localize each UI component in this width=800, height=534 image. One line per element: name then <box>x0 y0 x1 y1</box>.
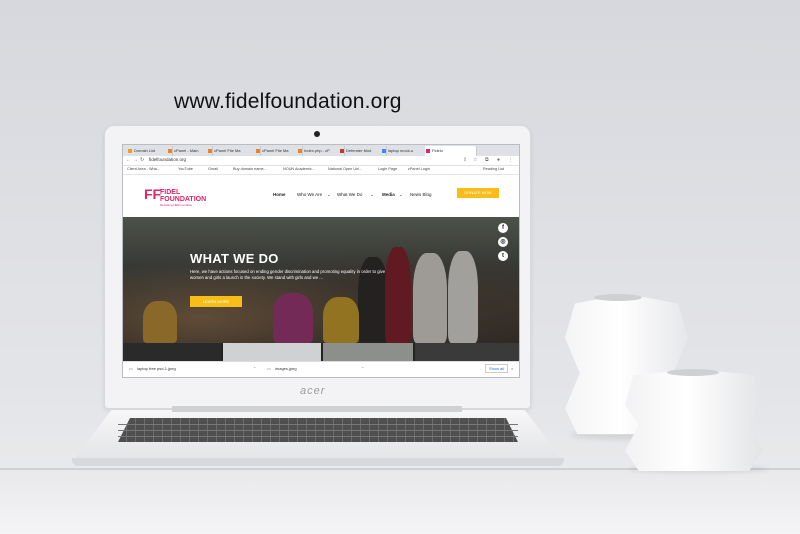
browser-window: Domain List cPanel - Main cPanel File Ma… <box>123 145 519 377</box>
gallery-thumbnail[interactable] <box>415 343 519 361</box>
short-white-vase <box>625 369 763 471</box>
nav-media[interactable]: Media <box>382 192 395 197</box>
gallery-thumbnail[interactable] <box>223 343 321 361</box>
bookmark-login-page[interactable]: Login Page <box>378 167 397 171</box>
tab-label: cPanel - Main <box>174 148 199 153</box>
tab-fidel[interactable]: Fidelo <box>425 146 477 156</box>
tab-label: cPanel File Ma <box>262 148 289 153</box>
hero-title: WHAT WE DO <box>190 251 279 266</box>
facebook-icon[interactable]: f <box>498 223 508 233</box>
desk <box>0 470 800 534</box>
bookmark-star-icon[interactable]: ☆ <box>473 157 477 163</box>
tab-laptop-mockup[interactable]: laptop mock-u <box>381 146 431 156</box>
hero-description: Here, we have actions focused on ending … <box>190 269 386 280</box>
chevron-down-icon: ⌄ <box>370 192 374 197</box>
download-item[interactable]: laptop free psd-1.jpeg <box>137 366 176 371</box>
keyboard-row-divider <box>118 436 518 437</box>
profile-icon[interactable]: ● <box>497 157 500 163</box>
gallery-thumbnail[interactable] <box>123 343 221 361</box>
tab-defender[interactable]: Defender Mod <box>339 146 387 156</box>
logo-line-1: FIDEL <box>160 189 181 196</box>
laptop-front-edge <box>72 458 564 466</box>
bookmark-youtube[interactable]: YouTube <box>178 167 193 171</box>
instagram-icon[interactable]: ◎ <box>498 237 508 247</box>
site-logo-icon[interactable]: FF <box>144 187 161 202</box>
tab-label: Defender Mod <box>346 148 372 153</box>
tab-cpanel-file-1[interactable]: cPanel File Ma <box>207 146 261 156</box>
keyboard-row-divider <box>118 424 518 425</box>
keyboard-row-divider <box>118 430 518 431</box>
downloads-bar <box>123 361 519 377</box>
tab-label: laptop mock-u <box>388 148 414 153</box>
tab-label: Index.php - cP <box>304 148 330 153</box>
learn-more-button[interactable]: LEARN MORE <box>190 296 242 307</box>
download-file-icon: ▭ <box>267 366 271 371</box>
tab-label: Domain List <box>134 148 156 153</box>
bookmark-national-open-uni[interactable]: National Open Uni... <box>328 167 362 171</box>
laptop-hinge <box>172 406 462 412</box>
bookmark-gmail[interactable]: Gmail <box>208 167 218 171</box>
menu-kebab-icon[interactable]: ⋮ <box>508 157 513 163</box>
download-item[interactable]: images.jpeg <box>275 366 297 371</box>
tall-vase-opening <box>594 294 642 301</box>
chevron-down-icon: ⌄ <box>327 192 331 197</box>
bookmark-buy-domain[interactable]: Buy domain name... <box>233 167 267 171</box>
close-icon[interactable]: × <box>511 366 513 371</box>
bookmark-cpanel-login[interactable]: cPanel Login <box>408 167 430 171</box>
reload-icon[interactable]: ↻ <box>140 157 144 163</box>
hero-overlay <box>123 217 519 343</box>
twitter-icon[interactable]: t <box>498 251 508 261</box>
url-input[interactable]: fidelfoundation.org <box>149 157 186 162</box>
site-logo-text[interactable]: FIDEL FOUNDATION <box>160 189 206 203</box>
back-icon[interactable]: ← <box>126 157 131 163</box>
nav-what-we-do[interactable]: What We Do <box>337 192 362 197</box>
tab-index-php[interactable]: Index.php - cP <box>297 146 345 156</box>
chevron-up-icon[interactable]: ⌃ <box>361 366 364 371</box>
bookmark-client-area[interactable]: Client Area - Wha... <box>127 167 160 171</box>
short-vase-opening <box>667 369 719 376</box>
gallery-thumbnail[interactable] <box>323 343 413 361</box>
webcam <box>314 131 320 137</box>
nav-who-we-are[interactable]: Who We Are <box>297 192 322 197</box>
forward-icon[interactable]: → <box>133 157 138 163</box>
download-file-icon: ▭ <box>129 366 133 371</box>
bookmark-noun-academic[interactable]: NOUN Academic... <box>283 167 315 171</box>
logo-line-2: FOUNDATION <box>160 196 207 203</box>
laptop-brand-logo: acer <box>300 385 326 397</box>
chevron-down-icon: ⌄ <box>399 192 403 197</box>
nav-home[interactable]: Home <box>273 192 286 197</box>
extensions-icon[interactable]: ⧉ <box>485 157 489 163</box>
chevron-up-icon[interactable]: ⌃ <box>253 366 256 371</box>
tab-label: cPanel File Ma <box>214 148 241 153</box>
share-icon[interactable]: ⇪ <box>463 157 467 163</box>
reading-list[interactable]: Reading List <box>483 167 504 171</box>
show-all-downloads-button[interactable]: Show all <box>485 364 509 373</box>
tab-cpanel-file-2[interactable]: cPanel File Ma <box>255 146 303 156</box>
donate-now-button[interactable]: DONATE NOW <box>457 188 499 198</box>
site-url-heading: www.fidelfoundation.org <box>174 90 402 113</box>
nav-news-blog[interactable]: News Blog <box>410 192 432 197</box>
tab-label: Fidelo <box>432 148 443 153</box>
site-tagline: Rewriting HER narrative <box>160 203 193 207</box>
hero-banner <box>123 217 519 343</box>
